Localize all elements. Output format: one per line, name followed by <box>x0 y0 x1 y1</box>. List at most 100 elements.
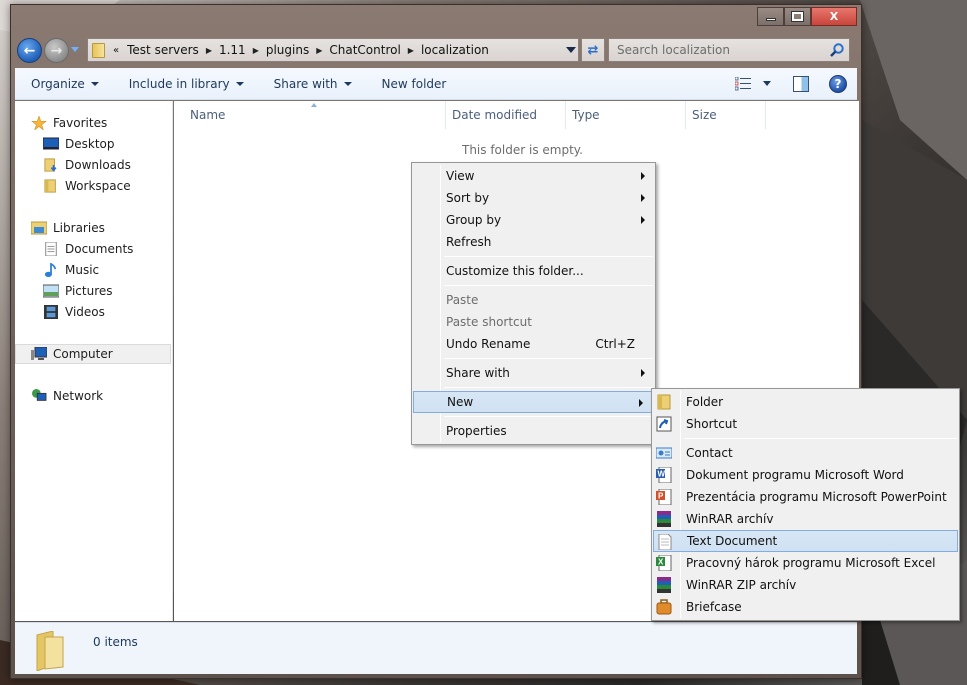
menu-item-properties[interactable]: Properties <box>412 420 655 442</box>
breadcrumb-overflow[interactable]: « <box>113 45 119 56</box>
column-header-date-modified[interactable]: Date modified <box>446 101 566 129</box>
menu-item-new-powerpoint[interactable]: P Prezentácia programu Microsoft PowerPo… <box>652 486 959 508</box>
new-submenu: Folder Shortcut Contact W Dokument progr… <box>651 388 960 621</box>
search-placeholder: Search localization <box>617 43 730 57</box>
menu-item-new-shortcut[interactable]: Shortcut <box>652 413 959 435</box>
breadcrumb-arrow-icon[interactable]: ▶ <box>253 46 259 55</box>
sidebar-label: Downloads <box>65 158 131 172</box>
chevron-down-icon <box>235 81 244 86</box>
menu-item-view[interactable]: View <box>412 165 655 187</box>
breadcrumb-arrow-icon[interactable]: ▶ <box>206 46 212 55</box>
menu-label: Paste <box>446 293 479 307</box>
change-view-icon[interactable] <box>735 76 751 91</box>
sidebar-label: Videos <box>65 305 105 319</box>
desktop-icon <box>43 137 59 150</box>
menu-separator <box>444 256 653 257</box>
menu-item-new-winrar-zip[interactable]: WinRAR ZIP archív <box>652 574 959 596</box>
address-history-dropdown[interactable] <box>566 47 576 53</box>
menu-item-sort-by[interactable]: Sort by <box>412 187 655 209</box>
sidebar-label: Desktop <box>65 137 115 151</box>
sidebar-item-libraries[interactable]: Libraries <box>31 218 187 238</box>
menu-label: Text Document <box>687 534 778 548</box>
organize-button[interactable]: Organize <box>15 68 109 99</box>
close-icon: X <box>829 10 839 23</box>
breadcrumb-arrow-icon[interactable]: ▶ <box>316 46 322 55</box>
sidebar-label: Network <box>53 389 104 403</box>
menu-item-customize-folder[interactable]: Customize this folder... <box>412 260 655 282</box>
menu-item-new-word-document[interactable]: W Dokument programu Microsoft Word <box>652 464 959 486</box>
shortcut-icon <box>656 416 672 432</box>
menu-item-group-by[interactable]: Group by <box>412 209 655 231</box>
menu-item-undo-rename[interactable]: Undo Rename Ctrl+Z <box>412 333 655 355</box>
libraries-icon <box>31 221 47 235</box>
menu-label: Briefcase <box>686 600 742 614</box>
empty-folder-message: This folder is empty. <box>462 143 583 157</box>
menu-item-new-contact[interactable]: Contact <box>652 442 959 464</box>
menu-label: Undo Rename <box>446 337 531 351</box>
close-button[interactable]: X <box>811 7 857 26</box>
svg-text:W: W <box>658 470 666 479</box>
menu-label: New <box>447 395 474 409</box>
breadcrumb-segment[interactable]: ChatControl <box>329 43 400 57</box>
menu-item-new-winrar-archive[interactable]: WinRAR archív <box>652 508 959 530</box>
sidebar-label: Computer <box>53 347 113 361</box>
menu-item-new-text-document[interactable]: Text Document <box>653 530 958 552</box>
preview-pane-icon[interactable] <box>793 75 809 92</box>
share-with-button[interactable]: Share with <box>254 68 362 99</box>
menu-separator <box>684 438 957 439</box>
address-bar[interactable]: « Test servers ▶ 1.11 ▶ plugins ▶ ChatCo… <box>87 38 579 62</box>
folder-icon <box>44 179 56 193</box>
menu-item-new-folder[interactable]: Folder <box>652 391 959 413</box>
winrar-icon <box>657 511 671 527</box>
refresh-button[interactable]: ⇄ <box>581 38 605 62</box>
help-icon[interactable]: ? <box>829 74 847 93</box>
briefcase-icon <box>656 599 672 615</box>
column-header-label: Name <box>190 108 226 122</box>
breadcrumb-segment[interactable]: localization <box>421 43 489 57</box>
chevron-down-icon <box>90 81 99 86</box>
view-options-dropdown[interactable] <box>763 81 771 86</box>
menu-item-new[interactable]: New <box>413 391 654 413</box>
navigation-row: ← → « Test servers ▶ 1.11 ▶ plugins ▶ Ch… <box>15 38 857 64</box>
menu-item-new-excel[interactable]: X Pracovný hárok programu Microsoft Exce… <box>652 552 959 574</box>
sidebar-item-network[interactable]: Network <box>31 386 187 406</box>
menu-label: Group by <box>446 213 502 227</box>
menu-item-refresh[interactable]: Refresh <box>412 231 655 253</box>
svg-text:X: X <box>658 558 664 567</box>
search-icon[interactable] <box>829 42 845 58</box>
menu-label: WinRAR ZIP archív <box>686 578 797 592</box>
new-folder-button[interactable]: New folder <box>362 68 457 99</box>
computer-icon <box>31 347 47 360</box>
sidebar-item-computer[interactable]: Computer <box>15 344 171 364</box>
minimize-button[interactable] <box>757 7 784 26</box>
breadcrumb-segment[interactable]: Test servers <box>127 43 199 57</box>
breadcrumb-segment[interactable]: 1.11 <box>219 43 246 57</box>
sidebar-item-favorites[interactable]: Favorites <box>31 113 187 133</box>
network-icon <box>32 389 47 401</box>
submenu-arrow-icon <box>641 369 645 377</box>
include-in-library-button[interactable]: Include in library <box>109 68 254 99</box>
command-bar: Organize Include in library Share with N… <box>15 68 857 100</box>
menu-item-share-with[interactable]: Share with <box>412 362 655 384</box>
new-folder-label: New folder <box>381 76 447 91</box>
breadcrumb-arrow-icon[interactable]: ▶ <box>408 46 414 55</box>
sidebar-label: Workspace <box>65 179 131 193</box>
column-header-size[interactable]: Size <box>686 101 766 129</box>
breadcrumb-segment[interactable]: plugins <box>266 43 309 57</box>
menu-label: WinRAR archív <box>686 512 774 526</box>
menu-label: Properties <box>446 424 507 438</box>
menu-item-new-briefcase[interactable]: Briefcase <box>652 596 959 618</box>
star-icon <box>31 116 47 130</box>
column-header-type[interactable]: Type <box>566 101 686 129</box>
back-button[interactable]: ← <box>17 38 42 63</box>
menu-label: Pracovný hárok programu Microsoft Excel <box>686 556 936 570</box>
refresh-arrows-icon: ⇄ <box>587 42 599 58</box>
forward-button[interactable]: → <box>44 38 69 63</box>
menu-separator <box>444 358 653 359</box>
maximize-button[interactable] <box>784 7 811 26</box>
search-input[interactable]: Search localization <box>608 38 850 62</box>
details-pane: 0 items <box>15 622 857 674</box>
folder-icon <box>657 394 671 410</box>
recent-pages-dropdown[interactable] <box>71 47 79 52</box>
contact-icon <box>656 447 672 459</box>
